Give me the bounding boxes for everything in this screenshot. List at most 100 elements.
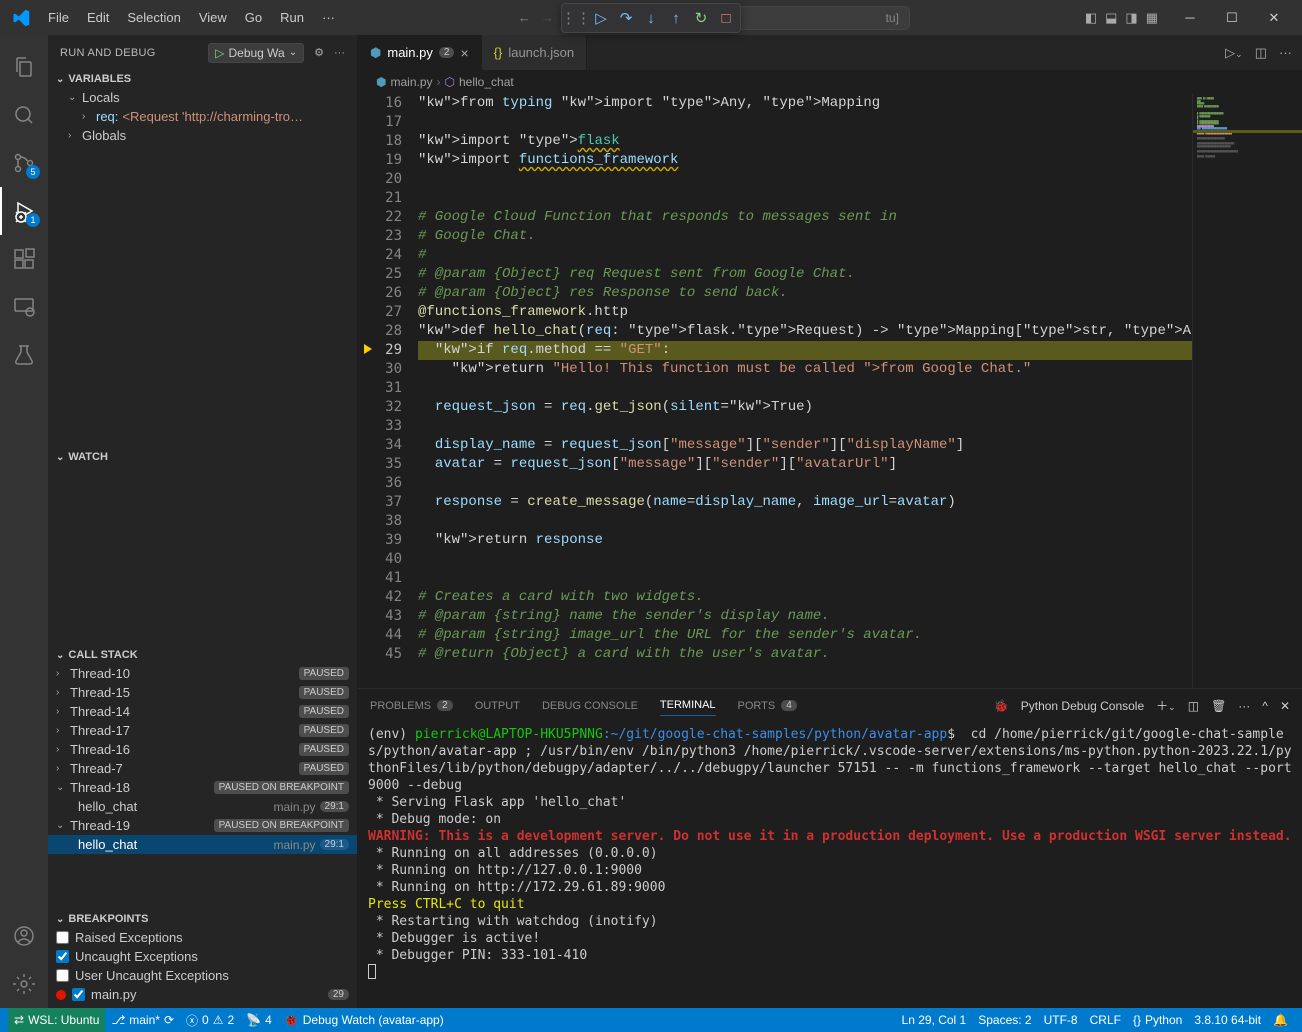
bp-raised[interactable]: Raised Exceptions bbox=[48, 928, 357, 947]
thread-row[interactable]: ›Thread-7PAUSED bbox=[48, 759, 357, 778]
line-gutter[interactable]: 1617181920212223242526272829303132333435… bbox=[358, 94, 418, 688]
source-control-icon[interactable]: 5 bbox=[0, 139, 48, 187]
section-breakpoints[interactable]: ⌄BREAKPOINTS bbox=[48, 910, 357, 928]
section-variables[interactable]: ⌄VARIABLES bbox=[48, 70, 357, 88]
run-debug-icon[interactable]: 1 bbox=[0, 187, 48, 235]
remote-indicator[interactable]: ⇄WSL: Ubuntu bbox=[8, 1008, 105, 1032]
menu-selection[interactable]: Selection bbox=[119, 6, 188, 29]
bp-uncaught[interactable]: Uncaught Exceptions bbox=[48, 947, 357, 966]
cursor-position[interactable]: Ln 29, Col 1 bbox=[896, 1013, 973, 1027]
window-close-icon[interactable]: ✕ bbox=[1254, 4, 1294, 32]
stop-icon[interactable]: □ bbox=[714, 6, 738, 30]
panel-ports[interactable]: PORTS4 bbox=[738, 696, 797, 716]
split-terminal-icon[interactable]: ◫ bbox=[1188, 699, 1199, 713]
restart-icon[interactable]: ↻ bbox=[689, 6, 713, 30]
sync-icon[interactable]: ⟳ bbox=[164, 1013, 174, 1027]
menu-edit[interactable]: Edit bbox=[79, 6, 117, 29]
panel-more-icon[interactable]: ··· bbox=[1238, 699, 1250, 713]
debug-alt-icon: 🐞 bbox=[284, 1013, 299, 1027]
eol[interactable]: CRLF bbox=[1084, 1013, 1127, 1027]
debug-status[interactable]: 🐞Debug Watch (avatar-app) bbox=[278, 1008, 450, 1032]
notifications-icon[interactable]: 🔔 bbox=[1267, 1013, 1294, 1027]
language-mode[interactable]: {}Python bbox=[1127, 1013, 1188, 1027]
editor-more-icon[interactable]: ··· bbox=[1279, 45, 1292, 60]
breadcrumb[interactable]: ⬢ main.py › ⬡ hello_chat bbox=[358, 70, 1302, 94]
minimap[interactable]: ████ ██ ████████████████████ ███████████… bbox=[1192, 94, 1302, 688]
debug-config-selector[interactable]: ▷ Debug Wa ⌄ bbox=[208, 43, 304, 63]
step-out-icon[interactable]: ↑ bbox=[664, 6, 688, 30]
terminal-selector[interactable]: Python Debug Console bbox=[1021, 699, 1144, 713]
section-watch[interactable]: ⌄WATCH bbox=[48, 448, 357, 466]
drag-handle-icon[interactable]: ⋮⋮ bbox=[564, 6, 588, 30]
menu-run[interactable]: Run bbox=[272, 6, 312, 29]
new-terminal-icon[interactable]: ＋⌄ bbox=[1156, 697, 1176, 714]
layout-right-icon[interactable]: ◨ bbox=[1125, 10, 1137, 26]
stack-frame[interactable]: hello_chatmain.py29:1 bbox=[48, 835, 357, 854]
bp-user-uncaught[interactable]: User Uncaught Exceptions bbox=[48, 966, 357, 985]
thread-row[interactable]: ›Thread-16PAUSED bbox=[48, 740, 357, 759]
thread-row[interactable]: ›Thread-14PAUSED bbox=[48, 702, 357, 721]
section-callstack[interactable]: ⌄CALL STACK bbox=[48, 646, 357, 664]
panel-output[interactable]: OUTPUT bbox=[475, 696, 520, 716]
explorer-icon[interactable] bbox=[0, 43, 48, 91]
code-editor[interactable]: "kw">from typing "kw">import "type">Any,… bbox=[418, 94, 1192, 688]
thread-row[interactable]: ⌄Thread-19PAUSED ON BREAKPOINT bbox=[48, 816, 357, 835]
split-editor-icon[interactable]: ◫ bbox=[1255, 45, 1267, 61]
tab-main-py[interactable]: ⬢ main.py 2 × bbox=[358, 35, 482, 70]
kill-terminal-icon[interactable]: 🗑 bbox=[1211, 699, 1226, 713]
extensions-icon[interactable] bbox=[0, 235, 48, 283]
search-icon[interactable] bbox=[0, 91, 48, 139]
activity-bar: 5 1 bbox=[0, 35, 48, 1008]
indentation[interactable]: Spaces: 2 bbox=[972, 1013, 1037, 1027]
run-file-icon[interactable]: ▷⌄ bbox=[1225, 45, 1243, 61]
chevron-down-icon: ⌄ bbox=[289, 47, 297, 58]
menu-file[interactable]: File bbox=[40, 6, 77, 29]
thread-row[interactable]: ›Thread-17PAUSED bbox=[48, 721, 357, 740]
bp-mainpy[interactable]: main.py29 bbox=[48, 985, 357, 1004]
terminal-output[interactable]: (env) pierrick@LAPTOP-HKU5PNNG:~/git/goo… bbox=[358, 722, 1302, 1008]
panel-terminal[interactable]: TERMINAL bbox=[660, 695, 716, 716]
window-maximize-icon[interactable]: ☐ bbox=[1212, 4, 1252, 32]
settings-gear-icon[interactable] bbox=[0, 960, 48, 1008]
panel-debug-console[interactable]: DEBUG CONSOLE bbox=[542, 696, 638, 716]
remote-icon: ⇄ bbox=[14, 1013, 24, 1027]
accounts-icon[interactable] bbox=[0, 912, 48, 960]
scope-globals[interactable]: ›Globals bbox=[48, 126, 357, 145]
nav-back-icon[interactable]: ← bbox=[518, 10, 531, 25]
status-bar: ⇄WSL: Ubuntu ⎇main*⟳ ⓧ0⚠2 📡4 🐞Debug Watc… bbox=[0, 1008, 1302, 1032]
gear-icon[interactable]: ⚙ bbox=[314, 46, 324, 59]
ports-status[interactable]: 📡4 bbox=[240, 1008, 278, 1032]
continue-icon[interactable]: ▷ bbox=[589, 6, 613, 30]
thread-row[interactable]: ⌄Thread-18PAUSED ON BREAKPOINT bbox=[48, 778, 357, 797]
step-into-icon[interactable]: ↓ bbox=[639, 6, 663, 30]
menu-view[interactable]: View bbox=[191, 6, 235, 29]
close-icon[interactable]: × bbox=[460, 45, 468, 61]
stack-frame[interactable]: hello_chatmain.py29:1 bbox=[48, 797, 357, 816]
variable-req[interactable]: ›req:<Request 'http://charming-tro… bbox=[48, 107, 357, 126]
radio-icon: 📡 bbox=[246, 1013, 261, 1027]
python-file-icon: ⬢ bbox=[376, 75, 386, 89]
thread-row[interactable]: ›Thread-15PAUSED bbox=[48, 683, 357, 702]
layout-grid-icon[interactable]: ▦ bbox=[1146, 10, 1158, 26]
layout-left-icon[interactable]: ◧ bbox=[1085, 10, 1097, 26]
git-branch[interactable]: ⎇main*⟳ bbox=[105, 1008, 180, 1032]
close-panel-icon[interactable]: ✕ bbox=[1280, 699, 1290, 713]
layout-bottom-icon[interactable]: ⬓ bbox=[1105, 10, 1117, 26]
scope-locals[interactable]: ⌄Locals bbox=[48, 88, 357, 107]
maximize-panel-icon[interactable]: ^ bbox=[1262, 699, 1268, 713]
more-icon[interactable]: ··· bbox=[334, 47, 345, 59]
encoding[interactable]: UTF-8 bbox=[1038, 1013, 1084, 1027]
tab-launch-json[interactable]: {} launch.json bbox=[482, 35, 587, 70]
menu-go[interactable]: Go bbox=[237, 6, 270, 29]
python-interpreter[interactable]: 3.8.10 64-bit bbox=[1188, 1013, 1267, 1027]
panel-problems[interactable]: PROBLEMS2 bbox=[370, 696, 453, 716]
thread-row[interactable]: ›Thread-10PAUSED bbox=[48, 664, 357, 683]
step-over-icon[interactable]: ↷ bbox=[614, 6, 638, 30]
menu-more[interactable]: ··· bbox=[314, 6, 343, 29]
window-minimize-icon[interactable]: ─ bbox=[1170, 4, 1210, 32]
curly-icon: {} bbox=[1133, 1013, 1141, 1027]
testing-icon[interactable] bbox=[0, 331, 48, 379]
problems-status[interactable]: ⓧ0⚠2 bbox=[180, 1008, 240, 1032]
remote-explorer-icon[interactable] bbox=[0, 283, 48, 331]
nav-forward-icon[interactable]: → bbox=[541, 10, 554, 25]
